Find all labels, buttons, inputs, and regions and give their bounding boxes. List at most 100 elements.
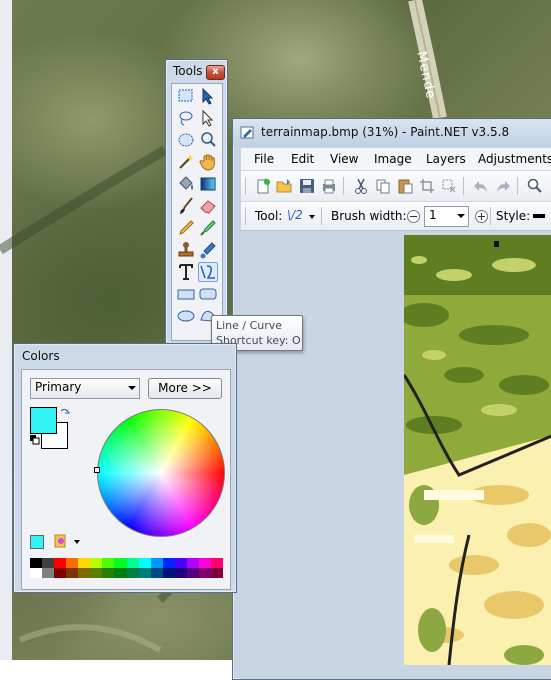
palette-top-swatch[interactable] [30, 558, 43, 568]
palette-top-swatch[interactable] [114, 558, 127, 568]
line-curve-tool[interactable] [198, 262, 218, 282]
rectangle-select-tool[interactable] [176, 86, 196, 106]
palette-bottom-swatch[interactable] [210, 568, 223, 578]
palette-bottom-swatch[interactable] [162, 568, 175, 578]
palette-top-swatch[interactable] [150, 558, 163, 568]
gradient-tool[interactable] [198, 174, 218, 194]
menu-view[interactable]: View [330, 152, 358, 166]
paint-bucket-icon [179, 176, 193, 190]
palette-bottom-swatch[interactable] [30, 568, 43, 578]
deselect-icon[interactable] [441, 178, 457, 194]
palette-top-swatch[interactable] [66, 558, 79, 568]
menu-image[interactable]: Image [374, 152, 412, 166]
undo-icon[interactable] [473, 178, 489, 194]
recolor-tool[interactable] [198, 240, 218, 260]
tooltip-title: Line / Curve [216, 319, 283, 332]
palette-row-bottom [30, 568, 223, 578]
save-icon[interactable] [299, 178, 315, 194]
new-icon[interactable] [255, 178, 271, 194]
palette-bottom-swatch[interactable] [54, 568, 67, 578]
primary-color-swatch[interactable] [30, 407, 57, 434]
image-canvas[interactable] [404, 235, 551, 665]
palette-bottom-swatch[interactable] [186, 568, 199, 578]
title-bar[interactable]: terrainmap.bmp (31%) - Paint.NET v3.5.8 [233, 119, 551, 146]
ellipse-select-icon [178, 133, 194, 147]
color-wheel[interactable] [97, 409, 225, 537]
swap-colors-icon[interactable] [59, 407, 71, 419]
tool-dropdown-arrow-icon[interactable] [309, 215, 315, 219]
eyedropper-icon [200, 220, 216, 236]
palette-bottom-swatch[interactable] [66, 568, 79, 578]
decrease-width-icon[interactable] [407, 210, 420, 223]
palette-top-swatch[interactable] [162, 558, 175, 568]
paintbrush-tool[interactable] [176, 196, 196, 216]
pencil-icon [179, 220, 194, 235]
colors-window: Colors Primary More >> [13, 343, 237, 593]
palette-top-swatch[interactable] [126, 558, 139, 568]
palette-menu-arrow-icon[interactable] [74, 540, 80, 544]
copy-icon[interactable] [375, 178, 391, 194]
print-icon[interactable] [321, 178, 337, 194]
color-picker-tool[interactable] [198, 218, 218, 238]
zoom-tool[interactable] [198, 130, 218, 150]
crop-icon[interactable] [419, 178, 435, 194]
increase-width-icon[interactable] [475, 210, 488, 223]
palette-top-swatch[interactable] [210, 558, 223, 568]
magnifier-icon [201, 132, 216, 147]
palette-bottom-swatch[interactable] [138, 568, 151, 578]
palette-top-swatch[interactable] [198, 558, 211, 568]
tool-label: Tool: [255, 209, 283, 223]
palette-top-swatch[interactable] [186, 558, 199, 568]
palette-bottom-swatch[interactable] [42, 568, 55, 578]
rounded-rectangle-tool[interactable] [198, 284, 218, 304]
magic-wand-tool[interactable] [176, 152, 196, 172]
palette-bottom-swatch[interactable] [126, 568, 139, 578]
palette-bottom-swatch[interactable] [90, 568, 103, 578]
add-to-palette-icon[interactable] [30, 535, 44, 549]
palette-top-swatch[interactable] [102, 558, 115, 568]
clone-stamp-tool[interactable] [176, 240, 196, 260]
color-mode-value: Primary [35, 380, 82, 394]
menu-layers[interactable]: Layers [426, 152, 466, 166]
color-mode-select[interactable]: Primary [30, 378, 140, 399]
palette-bottom-swatch[interactable] [102, 568, 115, 578]
palette-bottom-swatch[interactable] [198, 568, 211, 578]
current-tool-indicator[interactable]: \/2 [287, 208, 303, 222]
move-selection-tool[interactable] [198, 86, 218, 106]
reset-colors-icon[interactable] [29, 434, 41, 446]
redo-icon[interactable] [495, 178, 511, 194]
menu-file[interactable]: File [254, 152, 274, 166]
ellipse-tool[interactable] [176, 306, 196, 326]
open-icon[interactable] [276, 178, 292, 194]
eraser-tool[interactable] [198, 196, 218, 216]
palette-menu-icon[interactable] [53, 533, 69, 549]
brush-width-combo[interactable]: 1 [424, 206, 469, 227]
palette-bottom-swatch[interactable] [78, 568, 91, 578]
palette-bottom-swatch[interactable] [174, 568, 187, 578]
rectangle-tool[interactable] [176, 284, 196, 304]
zoom-icon[interactable] [527, 178, 543, 194]
line-style-selector[interactable] [533, 214, 545, 218]
text-tool[interactable] [176, 262, 196, 282]
palette-bottom-swatch[interactable] [150, 568, 163, 578]
palette-top-swatch[interactable] [90, 558, 103, 568]
cut-icon[interactable] [353, 178, 369, 194]
move-selection-outline-tool[interactable] [198, 108, 218, 128]
color-wheel-marker[interactable] [94, 467, 100, 473]
more-button[interactable]: More >> [148, 378, 222, 399]
palette-top-swatch[interactable] [42, 558, 55, 568]
pan-tool[interactable] [198, 152, 218, 172]
tools-close-button[interactable]: x [206, 65, 225, 80]
menu-edit[interactable]: Edit [291, 152, 314, 166]
paint-bucket-tool[interactable] [176, 174, 196, 194]
palette-top-swatch[interactable] [138, 558, 151, 568]
palette-bottom-swatch[interactable] [114, 568, 127, 578]
menu-adjustments[interactable]: Adjustments [478, 152, 551, 166]
paste-icon[interactable] [397, 178, 413, 194]
ellipse-select-tool[interactable] [176, 130, 196, 150]
palette-top-swatch[interactable] [174, 558, 187, 568]
pencil-tool[interactable] [176, 218, 196, 238]
palette-top-swatch[interactable] [78, 558, 91, 568]
palette-top-swatch[interactable] [54, 558, 67, 568]
lasso-select-tool[interactable] [176, 108, 196, 128]
